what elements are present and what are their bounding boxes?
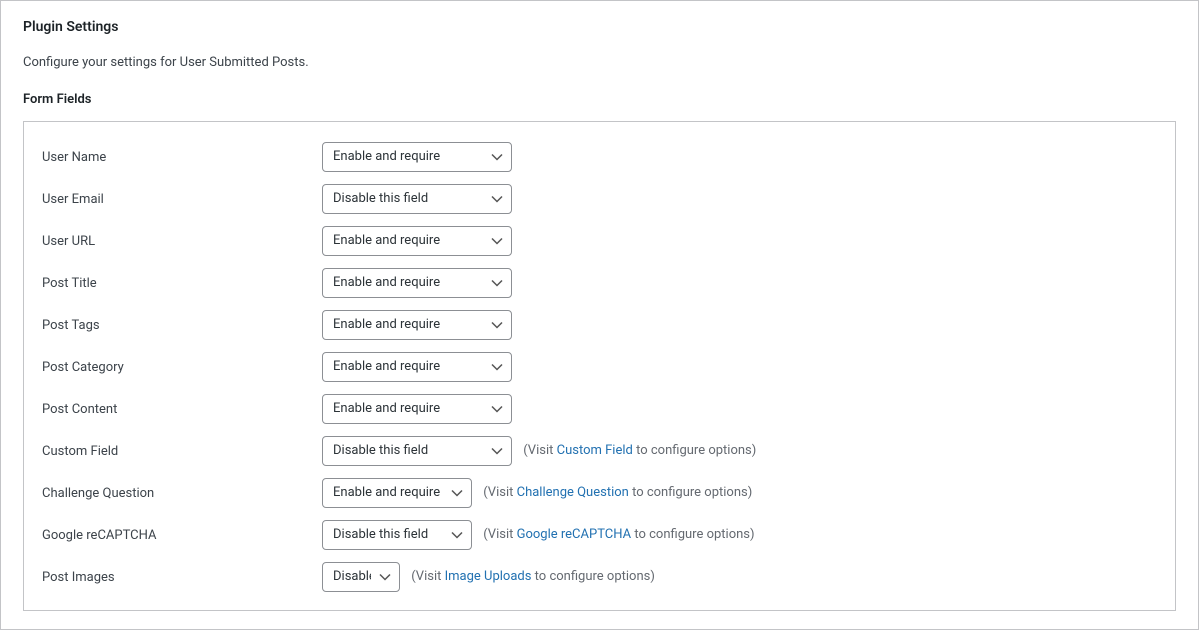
row-post-content: Post Content Enable and require [42, 388, 1157, 430]
select-user-name[interactable]: Enable and require [322, 142, 512, 172]
select-custom-field[interactable]: Disable this field [322, 436, 512, 466]
label-post-title: Post Title [42, 262, 322, 304]
row-google-recaptcha: Google reCAPTCHA Disable this field (Vis… [42, 514, 1157, 556]
select-user-url[interactable]: Enable and require [322, 226, 512, 256]
note-post-images: (Visit Image Uploads to configure option… [411, 569, 655, 584]
row-challenge-question: Challenge Question Enable and require (V… [42, 472, 1157, 514]
form-fields-box: User Name Enable and require User Email … [23, 121, 1176, 611]
label-user-url: User URL [42, 220, 322, 262]
label-google-recaptcha: Google reCAPTCHA [42, 514, 322, 556]
note-challenge-question: (Visit Challenge Question to configure o… [483, 485, 752, 500]
label-post-category: Post Category [42, 346, 322, 388]
note-custom-field: (Visit Custom Field to configure options… [523, 443, 756, 458]
link-image-uploads[interactable]: Image Uploads [445, 569, 532, 584]
label-user-email: User Email [42, 178, 322, 220]
settings-panel: Plugin Settings Configure your settings … [0, 0, 1199, 630]
link-custom-field[interactable]: Custom Field [557, 443, 633, 458]
page-description: Configure your settings for User Submitt… [23, 55, 1176, 70]
label-post-content: Post Content [42, 388, 322, 430]
select-challenge-question[interactable]: Enable and require [322, 478, 472, 508]
row-post-title: Post Title Enable and require [42, 262, 1157, 304]
select-post-tags[interactable]: Enable and require [322, 310, 512, 340]
label-post-images: Post Images [42, 556, 322, 598]
select-post-category[interactable]: Enable and require [322, 352, 512, 382]
row-user-url: User URL Enable and require [42, 220, 1157, 262]
note-google-recaptcha: (Visit Google reCAPTCHA to configure opt… [483, 527, 754, 542]
label-post-tags: Post Tags [42, 304, 322, 346]
select-user-email[interactable]: Disable this field [322, 184, 512, 214]
link-google-recaptcha[interactable]: Google reCAPTCHA [517, 527, 632, 542]
page-title: Plugin Settings [23, 19, 1176, 35]
select-post-content[interactable]: Enable and require [322, 394, 512, 424]
link-challenge-question[interactable]: Challenge Question [517, 485, 629, 500]
select-post-images[interactable]: Disable [322, 562, 400, 592]
select-google-recaptcha[interactable]: Disable this field [322, 520, 472, 550]
label-user-name: User Name [42, 136, 322, 178]
form-fields-table: User Name Enable and require User Email … [42, 136, 1157, 598]
row-post-tags: Post Tags Enable and require [42, 304, 1157, 346]
row-custom-field: Custom Field Disable this field (Visit C… [42, 430, 1157, 472]
row-post-category: Post Category Enable and require [42, 346, 1157, 388]
row-post-images: Post Images Disable (Visit Image Uploads… [42, 556, 1157, 598]
row-user-email: User Email Disable this field [42, 178, 1157, 220]
section-title: Form Fields [23, 92, 1176, 107]
row-user-name: User Name Enable and require [42, 136, 1157, 178]
label-custom-field: Custom Field [42, 430, 322, 472]
label-challenge-question: Challenge Question [42, 472, 322, 514]
select-post-title[interactable]: Enable and require [322, 268, 512, 298]
